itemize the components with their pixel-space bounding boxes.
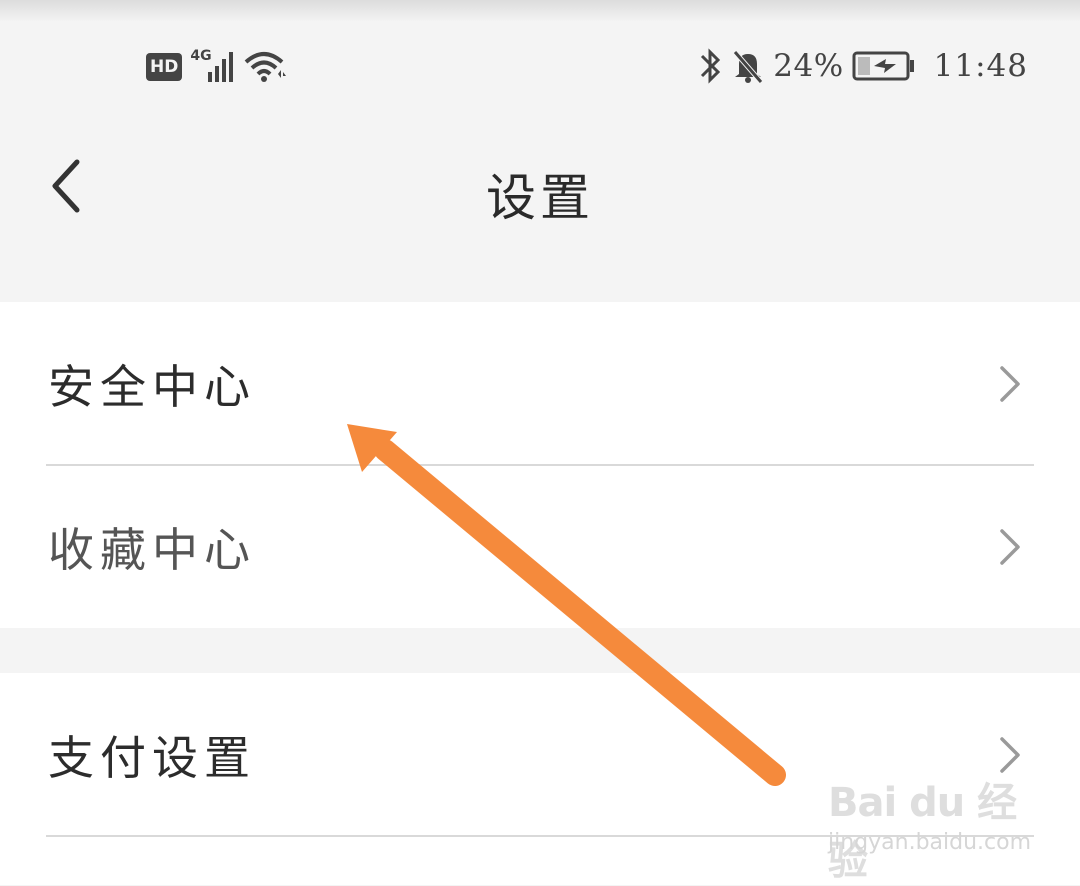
settings-item-favorites-center[interactable]: 收藏中心: [0, 465, 1080, 628]
status-right: 24% 11:48: [697, 46, 1028, 86]
top-shade: [0, 0, 1080, 22]
battery-percent: 24%: [773, 48, 844, 84]
app-header: 设置: [0, 120, 1080, 260]
watermark-url: jingyan.baidu.com: [828, 830, 1032, 855]
chevron-right-icon: [1000, 365, 1020, 402]
battery-charging-icon: [852, 49, 916, 83]
status-left: HD 4G: [146, 48, 288, 84]
status-bar: HD 4G 24% 11:48: [0, 40, 1080, 96]
settings-item-label: 支付设置: [48, 730, 256, 785]
baidu-watermark: Bai du 经验 jingyan.baidu.com: [828, 770, 1032, 884]
bell-muted-icon: [731, 46, 765, 86]
page-title: 设置: [486, 169, 594, 227]
hd-badge: HD: [146, 53, 183, 81]
settings-item-security-center[interactable]: 安全中心: [0, 302, 1080, 465]
chevron-right-icon: [1000, 736, 1020, 773]
settings-item-label: 收藏中心: [48, 522, 256, 577]
signal-icon: 4G: [190, 48, 236, 84]
clock: 11:48: [933, 48, 1028, 84]
bluetooth-icon: [697, 46, 723, 86]
wifi-icon: [244, 50, 288, 84]
watermark-brand: Bai du 经验: [828, 780, 1017, 884]
settings-group-primary: 安全中心 收藏中心: [0, 302, 1080, 628]
settings-item-label: 安全中心: [48, 359, 256, 414]
chevron-right-icon: [1000, 528, 1020, 565]
